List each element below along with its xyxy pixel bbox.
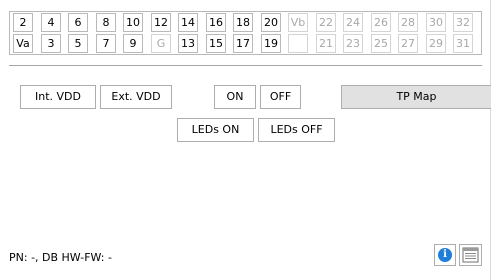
leds-on-button[interactable]: LEDs ON bbox=[177, 118, 254, 142]
info-button[interactable]: i bbox=[434, 244, 456, 266]
ext-vdd-button[interactable]: Ext. VDD bbox=[100, 85, 172, 109]
board-control-panel: 2 4 6 8 10 12 14 16 18 20 Vb 22 24 26 28 30 32 Va 3 5 7 9 G 13… bbox=[0, 0, 491, 280]
top-pin[interactable]: 2 bbox=[13, 13, 33, 32]
list-button[interactable] bbox=[459, 244, 482, 266]
leds-off-button[interactable]: LEDs OFF bbox=[258, 118, 335, 142]
bottom-pin: G bbox=[151, 34, 171, 53]
top-pin[interactable]: 8 bbox=[96, 13, 116, 32]
bottom-pin[interactable]: 13 bbox=[178, 34, 198, 53]
bottom-pin: 23 bbox=[343, 34, 363, 53]
bottom-pin: 29 bbox=[426, 34, 446, 53]
pin-row-bottom: Va 3 5 7 9 G 13 15 17 19 21 23 25 27 29 31 bbox=[10, 33, 481, 54]
bottom-pin[interactable]: 5 bbox=[68, 34, 88, 53]
bottom-pin: 31 bbox=[453, 34, 473, 53]
bottom-pin[interactable]: 17 bbox=[233, 34, 253, 53]
status-text: PN: -, DB HW-FW: - bbox=[9, 251, 112, 264]
bottom-pin[interactable]: Va bbox=[13, 34, 33, 53]
top-pin[interactable]: 14 bbox=[178, 13, 198, 32]
top-pin[interactable]: 12 bbox=[151, 13, 171, 32]
int-vdd-button[interactable]: Int. VDD bbox=[20, 85, 96, 109]
top-pin: 26 bbox=[371, 13, 391, 32]
bottom-pin[interactable]: 15 bbox=[206, 34, 226, 53]
pin-grid: 2 4 6 8 10 12 14 16 18 20 Vb 22 24 26 28 30 32 Va 3 5 7 9 G 13… bbox=[9, 11, 482, 55]
top-pin[interactable]: 6 bbox=[68, 13, 88, 32]
top-pin[interactable]: 4 bbox=[41, 13, 61, 32]
bottom-pin[interactable]: 7 bbox=[96, 34, 116, 53]
separator bbox=[9, 65, 482, 66]
bottom-pin: 21 bbox=[316, 34, 336, 53]
list-icon bbox=[462, 247, 479, 263]
top-pin: 24 bbox=[343, 13, 363, 32]
bottom-pin: 25 bbox=[371, 34, 391, 53]
top-pin: 30 bbox=[426, 13, 446, 32]
bottom-pin[interactable]: 19 bbox=[261, 34, 281, 53]
top-pin: 28 bbox=[398, 13, 418, 32]
on-button[interactable]: ON bbox=[214, 85, 256, 109]
top-pin[interactable]: 16 bbox=[206, 13, 226, 32]
bottom-pin[interactable]: 3 bbox=[41, 34, 61, 53]
bottom-pin: 27 bbox=[398, 34, 418, 53]
top-pin[interactable]: 10 bbox=[123, 13, 143, 32]
tp-map-button[interactable]: TP Map bbox=[341, 85, 491, 109]
pin-row-top: 2 4 6 8 10 12 14 16 18 20 Vb 22 24 26 28 30 32 bbox=[10, 12, 481, 33]
top-pin: 32 bbox=[453, 13, 473, 32]
top-pin[interactable]: 18 bbox=[233, 13, 253, 32]
top-pin: 22 bbox=[316, 13, 336, 32]
bottom-pin[interactable]: 9 bbox=[123, 34, 143, 53]
info-icon: i bbox=[438, 248, 452, 262]
bottom-pin bbox=[288, 34, 308, 53]
off-button[interactable]: OFF bbox=[260, 85, 301, 109]
top-pin[interactable]: 20 bbox=[261, 13, 281, 32]
top-pin: Vb bbox=[288, 13, 308, 32]
